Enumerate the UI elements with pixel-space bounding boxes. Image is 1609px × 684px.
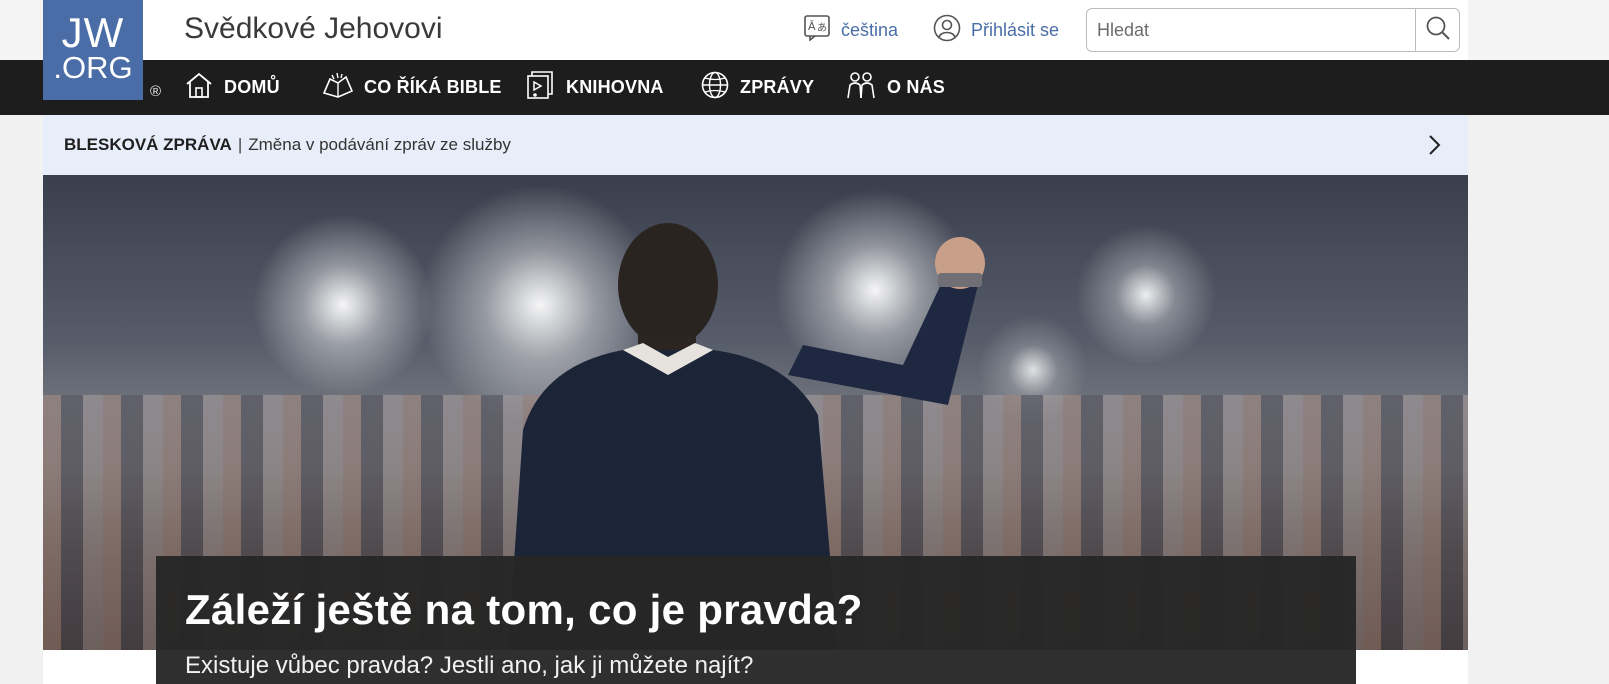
flash-news-text: Změna v podávání zpráv ze služby xyxy=(248,135,511,154)
registered-mark: ® xyxy=(150,83,162,100)
nav-label-about: O NÁS xyxy=(887,77,946,97)
language-selector[interactable]: Ā あ čeština xyxy=(804,14,899,46)
flash-news-banner[interactable]: BLESKOVÁ ZPRÁVA | Změna v podávání zpráv… xyxy=(43,115,1468,175)
open-bible-icon xyxy=(322,71,354,104)
nav-item-news[interactable]: ZPRÁVY xyxy=(700,60,814,115)
nav-item-home[interactable]: DOMŮ xyxy=(184,60,280,115)
language-icon: Ā あ xyxy=(804,14,832,46)
jw-org-logo[interactable]: JW .ORG xyxy=(43,0,143,100)
nav-label-library: KNIHOVNA xyxy=(566,77,664,97)
hero-caption[interactable]: Záleží ještě na tom, co je pravda? Exist… xyxy=(156,556,1356,684)
media-library-icon xyxy=(526,70,556,105)
search-box xyxy=(1086,8,1460,52)
user-icon xyxy=(933,14,961,47)
nav-label-bible: CO ŘÍKÁ BIBLE xyxy=(364,77,502,97)
login-link[interactable]: Přihlásit se xyxy=(933,14,1060,47)
nav-label-home: DOMŮ xyxy=(224,77,280,97)
main-navigation: DOMŮ CO ŘÍKÁ BIBLE KNIHOVNA ZPRÁVY O NÁS xyxy=(0,60,1609,115)
nav-item-bible[interactable]: CO ŘÍKÁ BIBLE xyxy=(322,60,502,115)
nav-label-news: ZPRÁVY xyxy=(740,77,815,97)
svg-text:Ā: Ā xyxy=(808,20,816,33)
chevron-right-icon xyxy=(1426,133,1442,162)
search-button[interactable] xyxy=(1415,9,1459,51)
search-icon xyxy=(1425,15,1451,46)
hero-headline[interactable]: Záleží ještě na tom, co je pravda? xyxy=(185,586,863,634)
nav-item-library[interactable]: KNIHOVNA xyxy=(526,60,664,115)
nav-item-about[interactable]: O NÁS xyxy=(845,60,945,115)
logo-text-org: .ORG xyxy=(53,49,133,85)
home-icon xyxy=(184,71,214,104)
login-label: Přihlásit se xyxy=(971,19,1060,40)
language-label: čeština xyxy=(841,19,899,40)
logo-text-jw: JW xyxy=(61,8,125,56)
flash-news-kicker: BLESKOVÁ ZPRÁVA xyxy=(64,135,232,154)
flash-news-separator: | xyxy=(237,135,243,154)
site-title[interactable]: Svědkové Jehovovi xyxy=(184,12,443,46)
svg-text:あ: あ xyxy=(817,22,827,34)
hero-subheadline: Existuje vůbec pravda? Jestli ano, jak j… xyxy=(185,652,754,679)
globe-icon xyxy=(700,70,730,105)
people-icon xyxy=(845,70,877,105)
search-input[interactable] xyxy=(1087,9,1415,51)
